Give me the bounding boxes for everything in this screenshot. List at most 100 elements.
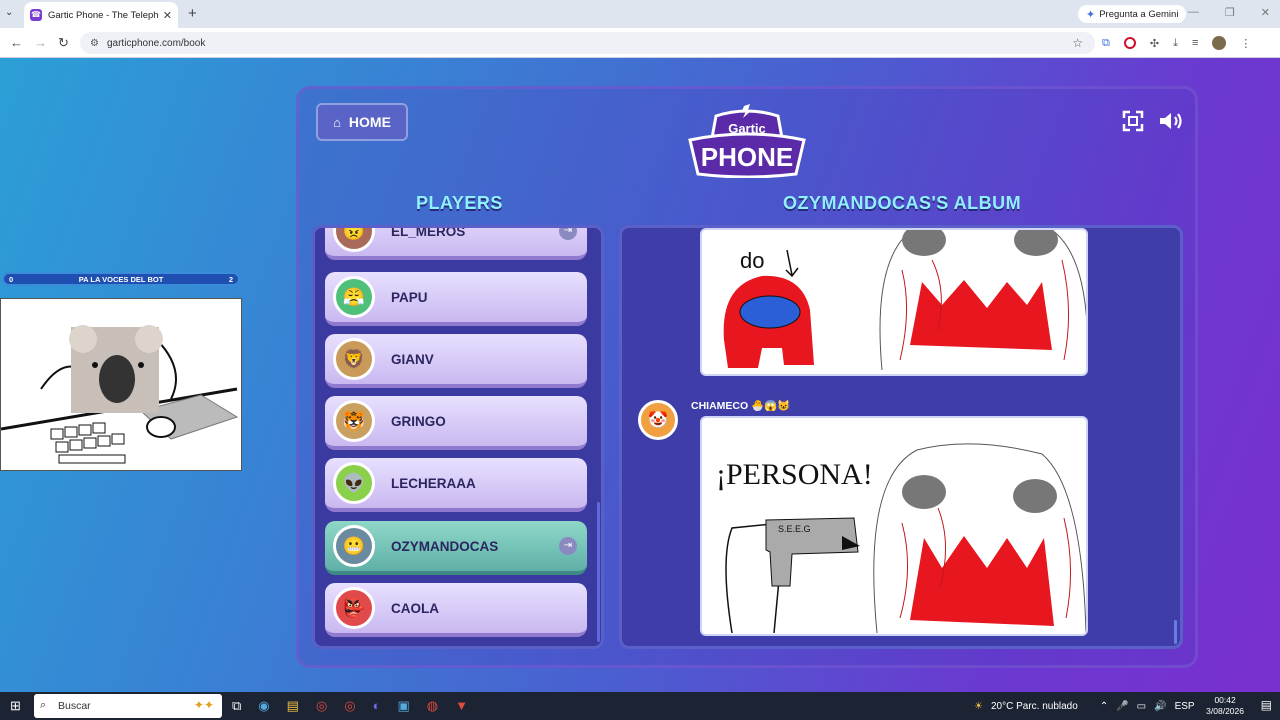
bot-bar-title: PA LA VOCES DEL BOT [78, 274, 164, 284]
gartic-favicon-icon: ☎ [30, 9, 42, 21]
clock[interactable]: 00:42 3/08/2026 [1206, 695, 1244, 717]
url-field[interactable]: ⚙ garticphone.com/book ☆ [80, 32, 1095, 54]
extension-icons: ⧉ ✣ ⤓ ≡ ⋮ [1102, 36, 1251, 50]
player-name: OZYMANDOCAS [391, 538, 499, 554]
search-highlight-icon: ✦✦ [193, 698, 214, 712]
extensions-puzzle-icon[interactable]: ✣ [1150, 37, 1159, 50]
kick-icon[interactable]: ⇥ [559, 228, 577, 240]
system-tray: ☀ 20°C Parc. nublado ⌃ 🎤 ▭ 🔊 ESP [974, 692, 1195, 720]
home-icon: ⌂ [333, 114, 341, 130]
album-scrollbar[interactable] [1174, 620, 1177, 644]
taskbar-search[interactable]: ⌕ Buscar ✦✦ [34, 694, 222, 718]
close-window-icon[interactable]: ✕ [1261, 6, 1270, 19]
valorant-icon[interactable]: ▼ [455, 698, 468, 714]
clock-date: 3/08/2026 [1206, 706, 1244, 716]
bot-voices-bar: 0 PA LA VOCES DEL BOT 2 [2, 272, 240, 286]
chrome-active-icon[interactable]: ◎ [344, 698, 355, 714]
bot-bar-right: 2 [228, 274, 233, 284]
bot-bar-left: 0 [9, 274, 14, 284]
tab-search-icon[interactable]: ⌄ [5, 7, 13, 18]
minimize-icon[interactable]: — [1188, 6, 1199, 19]
file-explorer-icon[interactable]: ▤ [287, 698, 299, 714]
forward-icon[interactable]: → [34, 35, 47, 50]
task-view-icon[interactable]: ⧉ [232, 698, 241, 714]
url-text: garticphone.com/book [106, 37, 206, 49]
player-avatar: 🦁 [333, 338, 375, 380]
logo-top-text: Gartic [728, 121, 766, 136]
reading-list-icon[interactable]: ≡ [1192, 37, 1198, 49]
search-label: Buscar [58, 700, 91, 712]
restore-icon[interactable]: ❐ [1225, 6, 1235, 19]
home-label: HOME [348, 114, 391, 130]
back-icon[interactable]: ← [10, 35, 23, 50]
player-row-active[interactable]: 😬 OZYMANDOCAS ⇥ [325, 521, 587, 575]
player-avatar: 😬 [333, 525, 375, 567]
weather-icon: ☀ [974, 700, 983, 712]
vscode-icon[interactable]: ▣ [397, 698, 409, 714]
player-avatar: 😠 [333, 228, 375, 252]
logo-main-text: PHONE [701, 142, 793, 172]
windows-start-icon[interactable]: ⊞ [10, 698, 21, 714]
koala-meme-image [0, 298, 242, 471]
player-name: LECHERAAA [391, 475, 476, 491]
address-bar-row: ← → ↻ ⚙ garticphone.com/book ☆ ⧉ ✣ ⤓ ≡ ⋮ [0, 28, 1280, 58]
player-avatar: 👺 [333, 587, 375, 629]
gemini-star-icon: ✦ [1086, 8, 1096, 21]
site-info-icon[interactable]: ⚙ [90, 38, 99, 49]
player-name: GIANV [391, 351, 434, 367]
reload-icon[interactable]: ↻ [58, 35, 69, 51]
player-row[interactable]: 😤 PAPU [325, 272, 587, 326]
album-title: OZYMANDOCAS'S ALBUM [783, 193, 1022, 213]
player-name: EL_MEROS [391, 225, 466, 239]
player-row[interactable]: 👺 CAOLA [325, 583, 587, 637]
player-avatar: 😤 [333, 276, 375, 318]
player-name: PAPU [391, 289, 428, 305]
tray-chevron-icon[interactable]: ⌃ [1100, 701, 1108, 712]
home-button[interactable]: ⌂ HOME [316, 103, 408, 141]
top-right-controls [1122, 110, 1186, 132]
copilot-icon[interactable]: ◉ [258, 698, 269, 714]
tab-title: Gartic Phone - The Telephone G [48, 9, 159, 21]
player-row[interactable]: 😠 EL_MEROS ⇥ [325, 225, 587, 260]
player-avatar: 👽 [333, 462, 375, 504]
volume-icon[interactable] [1158, 110, 1186, 132]
player-name: GRINGO [391, 413, 446, 429]
bookmark-star-icon[interactable]: ☆ [1072, 36, 1083, 50]
opera-extension-icon[interactable] [1123, 37, 1136, 49]
commenter-reactions: 🐣😱😺 [751, 400, 791, 412]
download-icon[interactable]: ⤓ [1173, 37, 1178, 50]
window-controls: — ❐ ✕ [1188, 6, 1270, 19]
profile-avatar[interactable] [1212, 36, 1227, 50]
player-row[interactable]: 👽 LECHERAAA [325, 458, 587, 512]
player-avatar: 🐯 [333, 400, 375, 442]
browser-tab[interactable]: ☎ Gartic Phone - The Telephone G ✕ [24, 2, 178, 28]
player-name: CAOLA [391, 600, 439, 616]
translate-icon[interactable]: ⧉ [1102, 37, 1110, 50]
fullscreen-icon[interactable] [1122, 110, 1144, 132]
chrome-icon[interactable]: ◎ [316, 698, 327, 714]
obs-icon[interactable]: ◍ [427, 698, 438, 714]
taskbar-apps: ⧉ ◉ ▤ ◎ ◎ ◐ ▣ ◍ ▼ [232, 698, 468, 714]
network-icon[interactable]: ▭ [1137, 701, 1146, 712]
clock-time: 00:42 [1214, 695, 1236, 705]
browser-tab-bar: ⌄ ☎ Gartic Phone - The Telephone G ✕ + ✦… [0, 0, 1280, 28]
player-row[interactable]: 🐯 GRINGO [325, 396, 587, 450]
mic-icon[interactable]: 🎤 [1116, 701, 1128, 712]
drawing-text: do [740, 248, 764, 273]
commenter-name: CHIAMECO [691, 400, 749, 412]
players-panel[interactable]: 😠 EL_MEROS ⇥ 😤 PAPU 🦁 GIANV 🐯 GRINGO 👽 L… [312, 225, 604, 649]
commenter-name-row: CHIAMECO 🐣😱😺 [691, 399, 790, 412]
discord-icon[interactable]: ◐ [373, 698, 381, 714]
gemini-button[interactable]: ✦ Pregunta a Gemini [1078, 5, 1187, 23]
menu-dots-icon[interactable]: ⋮ [1240, 37, 1251, 50]
player-row[interactable]: 🦁 GIANV [325, 334, 587, 388]
language-indicator[interactable]: ESP [1175, 701, 1195, 712]
new-tab-icon[interactable]: + [188, 5, 197, 22]
notifications-icon[interactable]: ▤ [1261, 698, 1272, 712]
kick-icon[interactable]: ⇥ [559, 537, 577, 555]
close-tab-icon[interactable]: ✕ [163, 9, 172, 22]
gartic-phone-logo: Gartic PHONE [688, 104, 806, 178]
players-scrollbar[interactable] [597, 502, 600, 642]
commenter-avatar: 🤡 [638, 400, 678, 440]
speaker-icon[interactable]: 🔊 [1154, 701, 1166, 712]
